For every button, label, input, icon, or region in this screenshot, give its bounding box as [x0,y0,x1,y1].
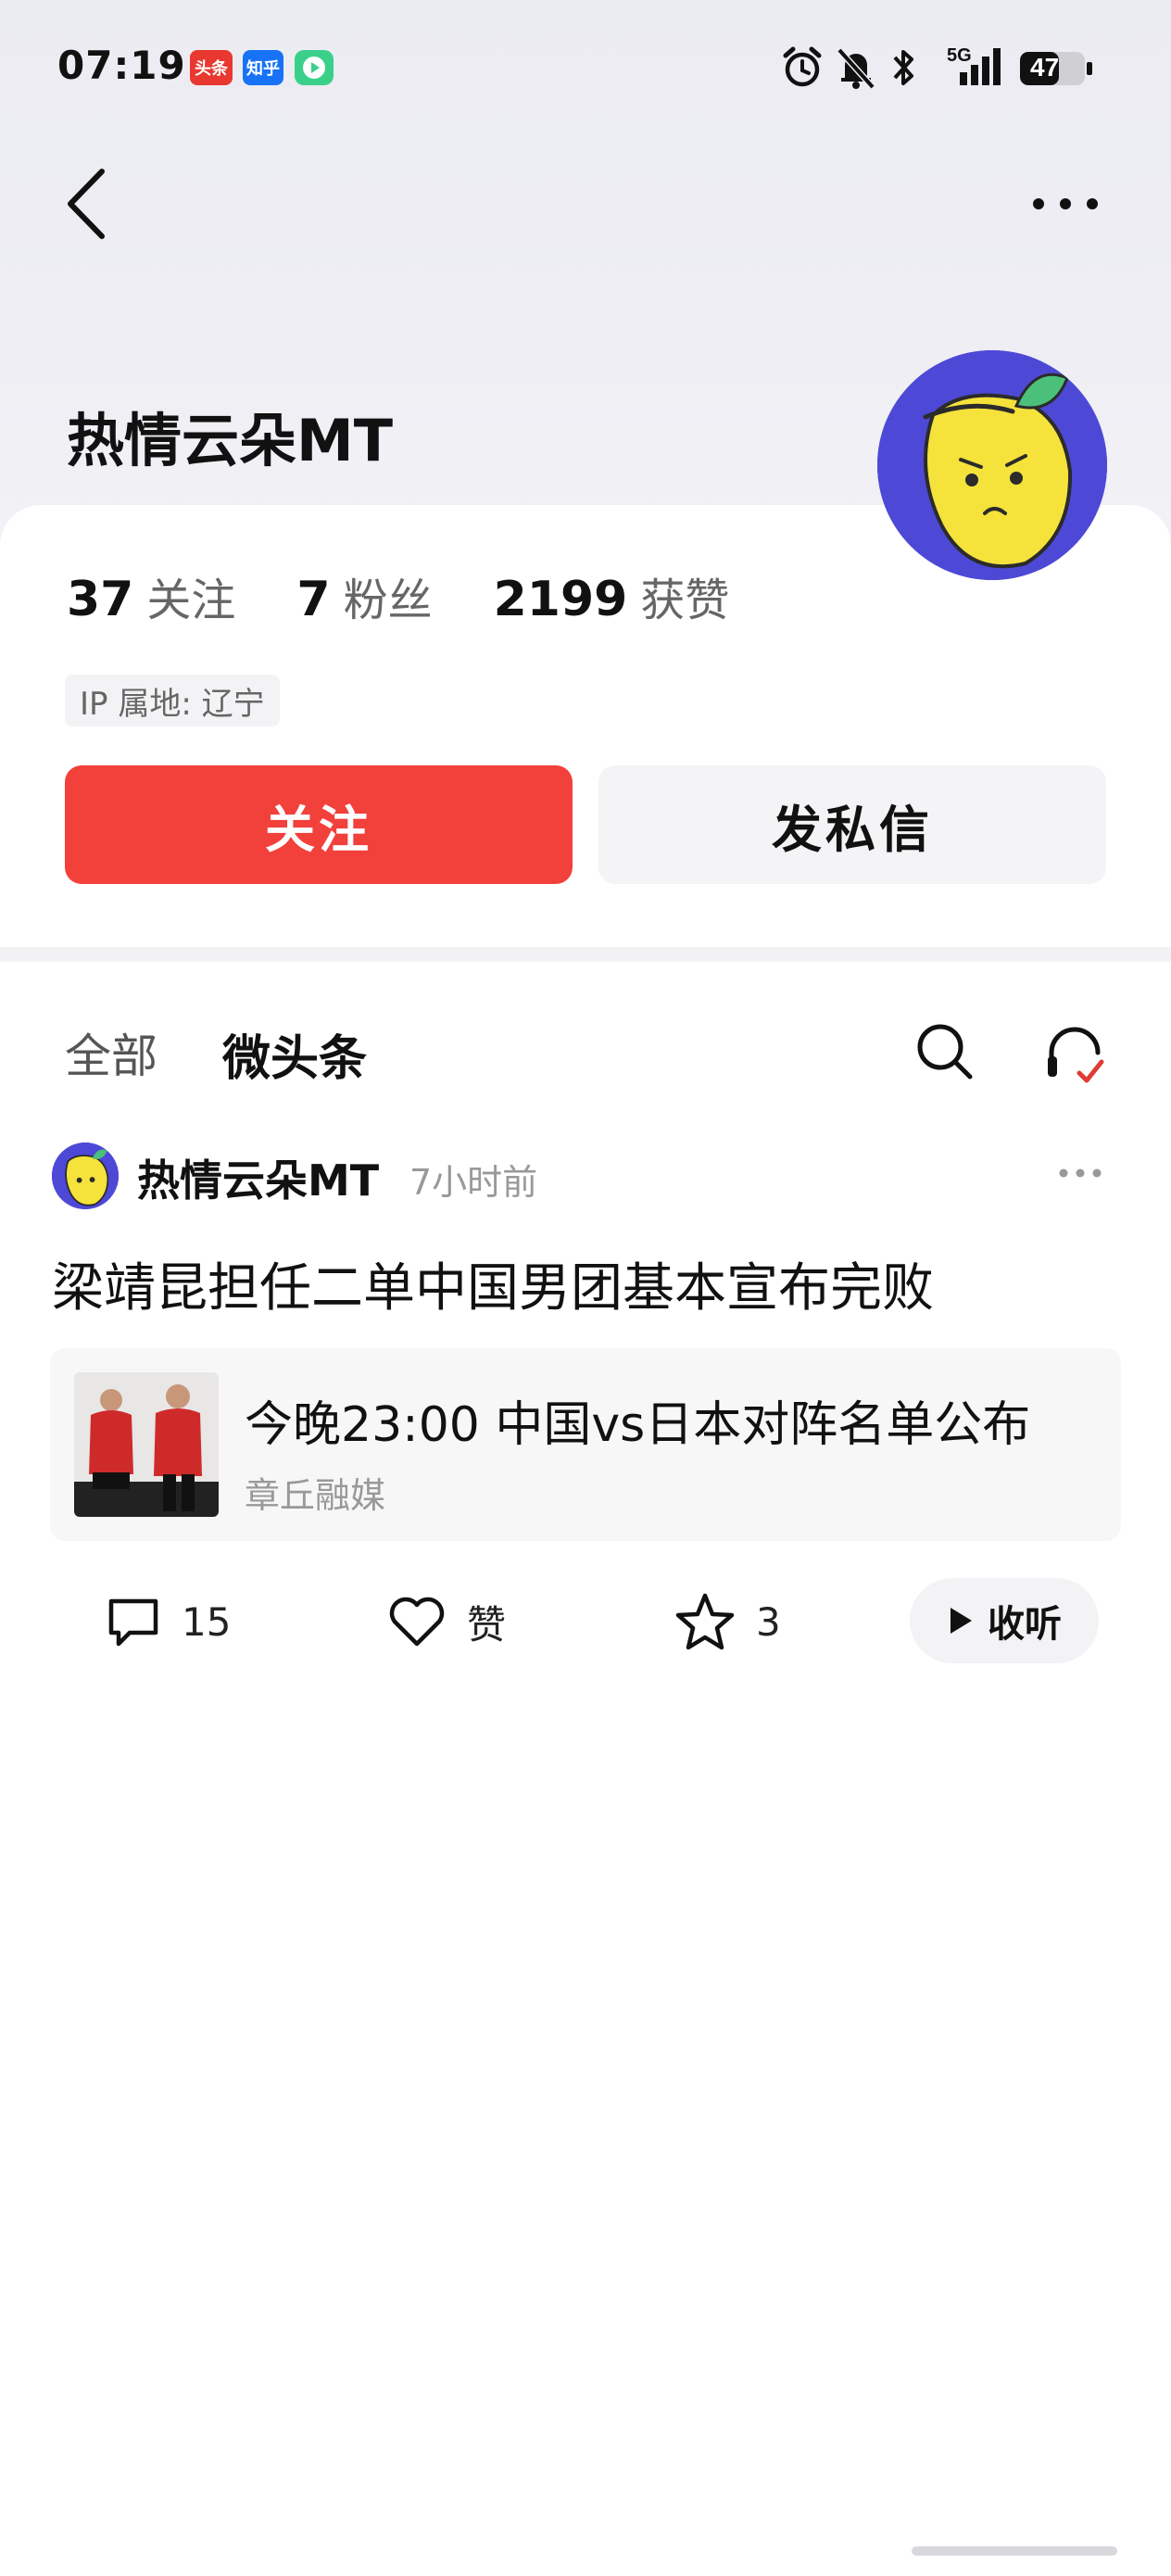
followers-count: 7 [296,572,331,627]
listen-button[interactable]: 收听 [910,1578,1099,1663]
listen-label: 收听 [988,1603,1062,1646]
bluetooth-icon [893,50,913,85]
send-message-button[interactable]: 发私信 [598,765,1106,884]
followers-label: 粉丝 [343,575,433,626]
status-time: 07:19 [57,43,186,88]
following-stat[interactable]: 37 关注 [67,563,235,628]
heart-icon [389,1597,445,1647]
more-dots-icon [1059,1168,1102,1178]
more-dots-icon [1033,198,1098,209]
article-thumbnail [74,1372,219,1517]
favorite-button[interactable]: 3 [674,1575,781,1668]
linked-article-card[interactable]: 今晚23:00 中国vs日本对阵名单公布 章丘融媒 [50,1348,1121,1541]
ip-location-tag: IP 属地: 辽宁 [65,675,280,726]
toutiao-app-icon: 头条 [190,50,233,85]
post-text[interactable]: 梁靖昆担任二单中国男团基本宣布完败 [52,1246,934,1321]
play-icon [951,1608,972,1634]
lemon-avatar-icon [877,350,1107,580]
follow-button[interactable]: 关注 [65,765,573,884]
comment-button[interactable]: 15 [106,1575,231,1668]
comment-count: 15 [182,1598,232,1645]
battery-level: 47 [1030,53,1060,82]
lemon-avatar-icon [52,1143,119,1209]
chevron-left-icon [68,169,105,239]
tab-weitoutiao[interactable]: 微头条 [222,1019,367,1089]
comment-icon [108,1598,158,1647]
like-button[interactable]: 赞 [387,1575,506,1668]
article-title: 今晚23:00 中国vs日本对阵名单公布 [245,1397,1031,1453]
followers-stat[interactable]: 7 粉丝 [296,563,432,628]
likes-label: 获赞 [640,575,730,626]
article-source: 章丘融媒 [245,1475,386,1516]
search-button[interactable] [913,1019,977,1084]
profile-stats: 37 关注 7 粉丝 2199 获赞 [67,563,790,628]
likes-stat[interactable]: 2199 获赞 [494,563,730,628]
profile-name: 热情云朵MT [67,407,393,474]
search-icon [917,1024,973,1080]
section-divider [0,947,1171,962]
like-label: 赞 [467,1601,507,1648]
video-app-icon [295,50,334,85]
favorite-count: 3 [756,1598,781,1645]
zhihu-app-icon: 知乎 [243,50,283,85]
post-timestamp: 7小时前 [409,1162,538,1203]
tab-all[interactable]: 全部 [65,1019,157,1086]
mute-bell-icon [837,47,875,90]
post-author-avatar[interactable] [52,1143,119,1209]
likes-count: 2199 [493,572,628,627]
following-count: 37 [67,572,134,627]
post-author-name[interactable]: 热情云朵MT [137,1147,379,1208]
more-options-button[interactable] [1024,185,1107,222]
post-more-button[interactable] [1056,1164,1104,1182]
battery-icon: 47 [1019,51,1093,86]
status-bar: 07:19 头条 知乎 5G 47 [0,0,1171,130]
svg-text:5G: 5G [947,45,972,66]
star-icon [675,1593,735,1650]
signal-5g-icon: 5G [947,45,1001,85]
back-button[interactable] [57,162,122,246]
following-label: 关注 [146,575,236,626]
headphones-icon [1048,1027,1104,1083]
home-indicator[interactable] [912,2546,1117,2556]
headphones-button[interactable] [1042,1019,1107,1084]
alarm-icon [783,46,822,87]
profile-avatar[interactable] [877,350,1107,580]
